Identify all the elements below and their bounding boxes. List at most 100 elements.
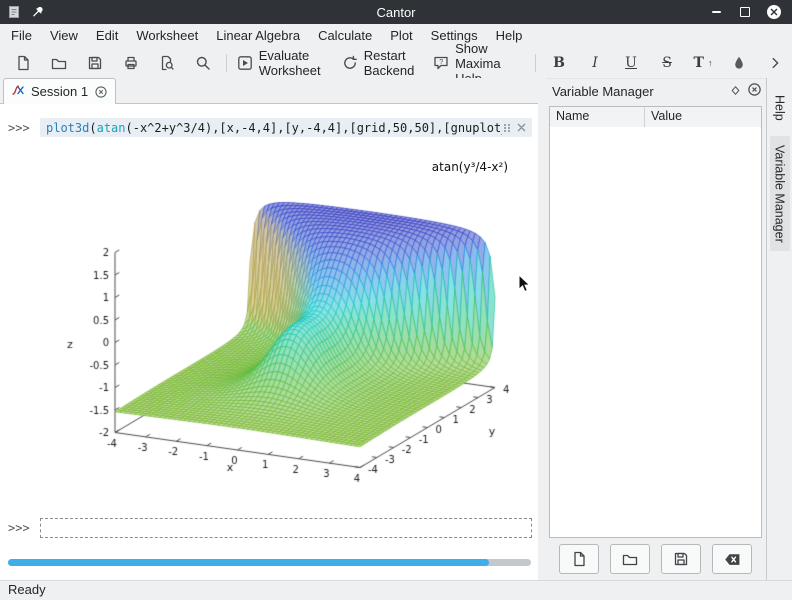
window-title: Cantor: [0, 5, 792, 20]
session-tab-label: Session 1: [31, 84, 88, 99]
titlebar: Cantor: [0, 0, 792, 24]
new-document-icon: [15, 55, 31, 71]
tab-bar: Session 1: [0, 78, 544, 104]
underline-icon: U: [625, 55, 637, 71]
progress-fill: [8, 559, 489, 566]
up-arrow-icon: ↑: [708, 58, 713, 68]
font-grow-icon: T: [694, 55, 704, 71]
menu-view[interactable]: View: [41, 24, 87, 48]
toolbar-overflow-button[interactable]: [757, 50, 792, 76]
folder-icon: [622, 551, 638, 567]
print-button[interactable]: [113, 50, 149, 76]
italic-button[interactable]: I: [577, 50, 613, 76]
new-worksheet-button[interactable]: [5, 50, 41, 76]
empty-entry-prompt: >>>: [8, 521, 30, 535]
code-token: plot3d: [46, 121, 89, 135]
evaluate-worksheet-button[interactable]: Evaluate Worksheet: [232, 50, 337, 76]
panel-splitter[interactable]: [538, 78, 546, 580]
drag-handle-icon[interactable]: [502, 123, 512, 133]
maximize-icon: [740, 7, 750, 17]
variable-manager-toolbar: [549, 544, 762, 574]
menu-file[interactable]: File: [2, 24, 41, 48]
tab-close-button[interactable]: [94, 85, 108, 99]
vm-save-button[interactable]: [661, 544, 701, 574]
svg-text:?: ?: [439, 59, 443, 66]
side-tab-variable-manager[interactable]: Variable Manager: [770, 136, 790, 252]
close-circle-icon: [747, 82, 762, 97]
open-button[interactable]: [41, 50, 77, 76]
menu-linear-algebra[interactable]: Linear Algebra: [207, 24, 309, 48]
toolbar-separator: [535, 54, 536, 72]
chevron-right-icon: [768, 56, 782, 70]
print-preview-icon: [159, 55, 175, 71]
command-entry[interactable]: plot3d(atan(-x^2+y^3/4),[x,-4,4],[y,-4,4…: [40, 118, 532, 137]
status-text: Ready: [8, 582, 46, 597]
underline-button[interactable]: U: [613, 50, 649, 76]
side-tab-strip: Help Variable Manager: [766, 78, 792, 580]
strikethrough-icon: S: [662, 55, 672, 71]
tab-session-1[interactable]: Session 1: [3, 78, 116, 104]
menu-edit[interactable]: Edit: [87, 24, 127, 48]
diamond-icon: [730, 85, 741, 96]
new-document-icon: [571, 551, 587, 567]
evaluate-worksheet-label: Evaluate Worksheet: [259, 48, 332, 78]
variable-manager-panel: Variable Manager Name Value: [546, 80, 766, 580]
pin-icon[interactable]: [30, 4, 46, 20]
close-panel-button[interactable]: [747, 82, 762, 100]
session-icon: [11, 83, 25, 100]
entry-close-icon[interactable]: [517, 123, 526, 132]
cantor-window: Cantor File View Edit Worksheet Linear A…: [0, 0, 792, 600]
menu-worksheet[interactable]: Worksheet: [127, 24, 207, 48]
text-color-button[interactable]: [721, 50, 757, 76]
variable-table: Name Value: [549, 106, 762, 538]
column-header-name[interactable]: Name: [550, 107, 645, 127]
session-progress-bar: [8, 559, 531, 566]
minimize-button[interactable]: [708, 4, 724, 20]
plot-canvas: [40, 148, 534, 505]
code-token: atan: [97, 121, 126, 135]
variable-table-header: Name Value: [550, 107, 761, 128]
worksheet: >>> plot3d(atan(-x^2+y^3/4),[x,-4,4],[y,…: [0, 104, 538, 580]
save-button[interactable]: [77, 50, 113, 76]
close-button[interactable]: [766, 4, 782, 20]
find-button[interactable]: [185, 50, 221, 76]
ink-droplet-icon: [731, 55, 747, 71]
mouse-cursor: [518, 274, 532, 299]
print-preview-button[interactable]: [149, 50, 185, 76]
bold-icon: B: [553, 55, 565, 71]
vm-new-button[interactable]: [559, 544, 599, 574]
maximize-button[interactable]: [737, 4, 753, 20]
restart-backend-label: Restart Backend: [364, 48, 423, 78]
plot-title: atan(y³/4-x²): [432, 160, 508, 174]
menubar: File View Edit Worksheet Linear Algebra …: [0, 24, 792, 48]
bold-button[interactable]: B: [541, 50, 577, 76]
show-maxima-help-button[interactable]: ? Show Maxima Help: [428, 50, 530, 76]
printer-icon: [123, 55, 139, 71]
command-prompt: >>>: [8, 121, 30, 135]
toolbar-separator: [226, 54, 227, 72]
plot-result: atan(y³/4-x²): [40, 148, 534, 505]
menu-calculate[interactable]: Calculate: [309, 24, 381, 48]
vm-open-button[interactable]: [610, 544, 650, 574]
variable-table-body: [550, 127, 761, 537]
empty-command-entry[interactable]: [40, 518, 532, 538]
search-icon: [195, 55, 211, 71]
command-code: plot3d(atan(-x^2+y^3/4),[x,-4,4],[y,-4,4…: [46, 121, 502, 135]
column-header-value[interactable]: Value: [645, 107, 761, 127]
vm-clear-button[interactable]: [712, 544, 752, 574]
strikethrough-button[interactable]: S: [649, 50, 685, 76]
app-icon[interactable]: [6, 4, 22, 20]
restart-backend-button[interactable]: Restart Backend: [337, 50, 428, 76]
side-tab-help[interactable]: Help: [770, 86, 790, 130]
italic-icon: I: [592, 55, 598, 71]
font-grow-button[interactable]: T↑: [685, 50, 721, 76]
statusbar: Ready: [0, 580, 792, 600]
play-icon: [237, 55, 253, 71]
folder-icon: [51, 55, 67, 71]
toolbar: Evaluate Worksheet Restart Backend ? Sho…: [0, 48, 792, 79]
help-bubble-icon: ?: [433, 55, 449, 71]
float-panel-button[interactable]: [730, 84, 741, 99]
variable-manager-title: Variable Manager: [552, 84, 654, 99]
close-icon: [766, 4, 782, 20]
menu-plot[interactable]: Plot: [381, 24, 421, 48]
